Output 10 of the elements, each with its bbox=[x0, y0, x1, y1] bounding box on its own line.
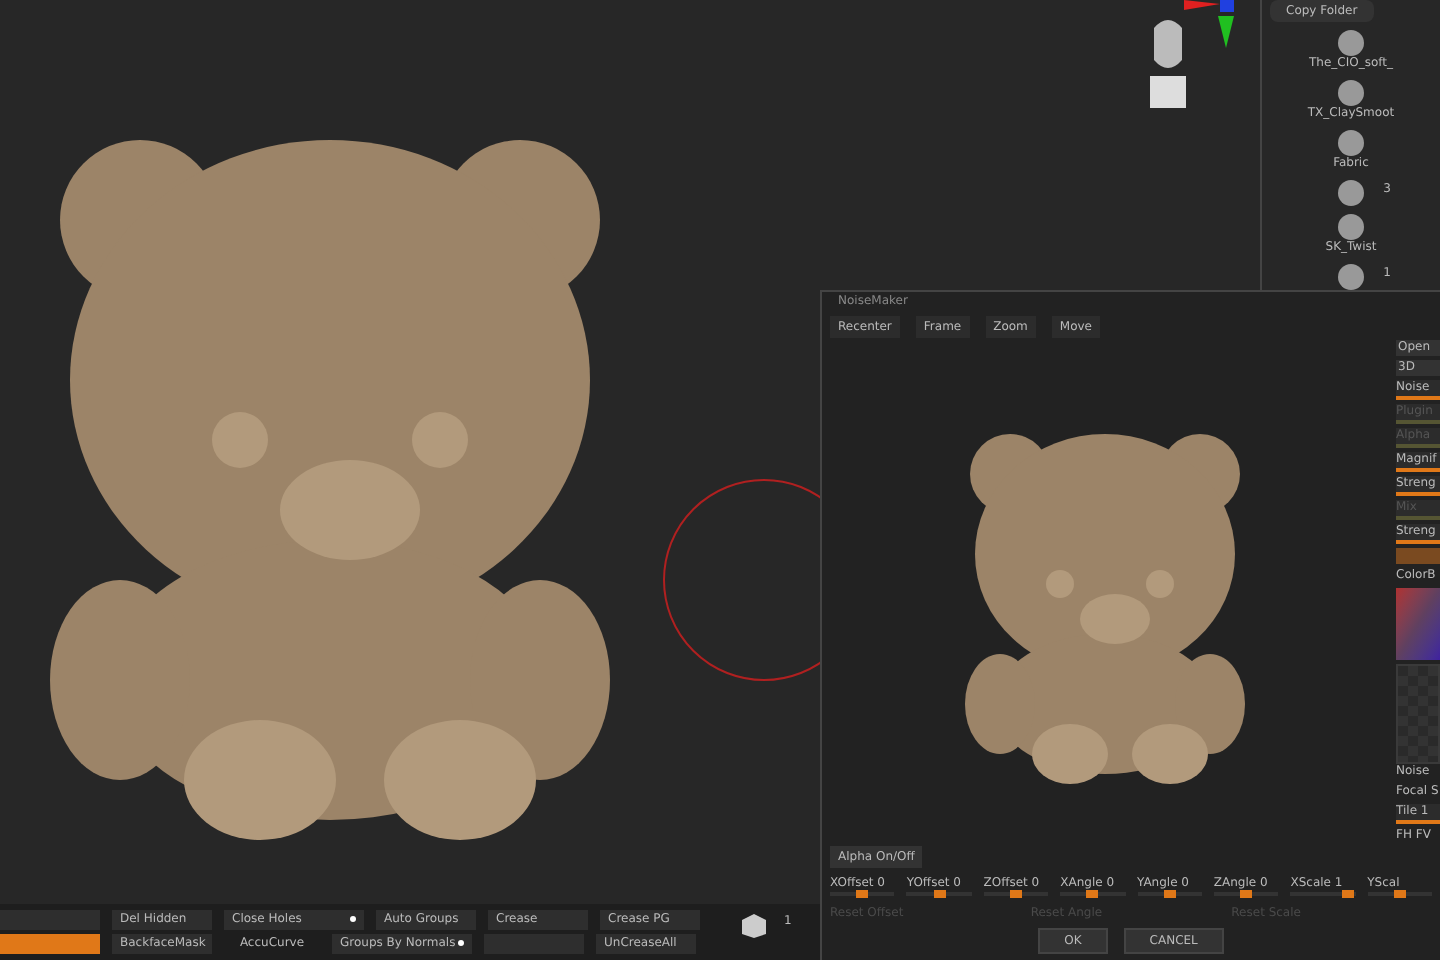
color-picker[interactable] bbox=[1396, 588, 1440, 660]
brush-thumbnail[interactable] bbox=[1338, 80, 1364, 106]
brush-thumbnail[interactable] bbox=[1338, 180, 1364, 206]
brush-thumbnail[interactable] bbox=[1338, 264, 1364, 290]
cube-icon[interactable] bbox=[740, 912, 768, 940]
brush-thumbnail[interactable] bbox=[1338, 214, 1364, 240]
axis-gizmo-icon bbox=[1184, 0, 1236, 48]
color-swatch[interactable] bbox=[1396, 548, 1440, 564]
brush-thumbnail[interactable] bbox=[1338, 130, 1364, 156]
brush-thumbnail[interactable] bbox=[1338, 30, 1364, 56]
